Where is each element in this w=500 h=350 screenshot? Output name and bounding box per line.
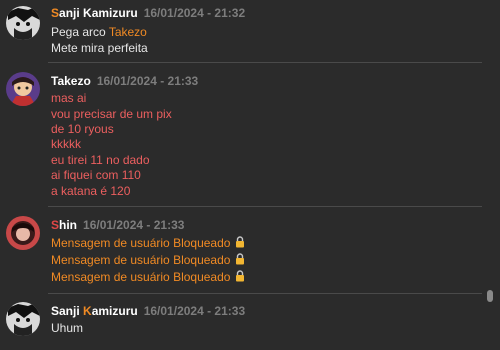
lock-icon bbox=[234, 270, 246, 285]
message-line: a katana é 120 bbox=[51, 184, 131, 198]
message-line: mas ai bbox=[51, 91, 87, 105]
message-divider bbox=[48, 206, 482, 207]
message-header: Sanji Kamizuru 16/01/2024 - 21:33 bbox=[51, 304, 245, 318]
message-line: de 10 ryous bbox=[51, 122, 114, 136]
blocked-message-line: Mensagem de usuário Bloqueado bbox=[51, 253, 246, 268]
lock-icon bbox=[234, 236, 246, 251]
user-mention[interactable]: Takezo bbox=[109, 25, 147, 39]
message-header: Sanji Kamizuru 16/01/2024 - 21:32 bbox=[51, 6, 245, 20]
author-name[interactable]: Sanji Kamizuru bbox=[51, 304, 138, 318]
lock-icon bbox=[234, 253, 246, 268]
message-line: Pega arco Takezo bbox=[51, 25, 147, 39]
author-name[interactable]: Takezo bbox=[51, 74, 91, 88]
message-timestamp: 16/01/2024 - 21:33 bbox=[96, 74, 199, 88]
avatar[interactable] bbox=[6, 216, 40, 250]
message-divider bbox=[48, 62, 482, 63]
avatar[interactable] bbox=[6, 72, 40, 106]
blocked-message-line: Mensagem de usuário Bloqueado bbox=[51, 270, 246, 285]
chat-message-list: Sanji Kamizuru 16/01/2024 - 21:32 Pega ar… bbox=[0, 0, 484, 350]
message-line: Uhum bbox=[51, 321, 84, 335]
author-name[interactable]: Shin bbox=[51, 218, 77, 232]
message-timestamp: 16/01/2024 - 21:32 bbox=[143, 6, 246, 20]
author-name[interactable]: Sanji Kamizuru bbox=[51, 6, 138, 20]
message-line: eu tirei 11 no dado bbox=[51, 153, 150, 167]
message-line: Mete mira perfeita bbox=[51, 41, 148, 55]
message-divider bbox=[48, 293, 482, 294]
message-timestamp: 16/01/2024 - 21:33 bbox=[143, 304, 246, 318]
scrollbar-thumb[interactable] bbox=[487, 290, 493, 302]
message-timestamp: 16/01/2024 - 21:33 bbox=[83, 218, 185, 232]
message-line: kkkkk bbox=[51, 137, 81, 151]
message-line: vou precisar de um pix bbox=[51, 107, 172, 121]
blocked-message-line: Mensagem de usuário Bloqueado bbox=[51, 236, 246, 251]
message-header: Shin 16/01/2024 - 21:33 bbox=[51, 218, 184, 232]
avatar[interactable] bbox=[6, 302, 40, 336]
message-header: Takezo 16/01/2024 - 21:33 bbox=[51, 74, 198, 88]
message-line: ai fiquei com 110 bbox=[51, 168, 141, 182]
avatar[interactable] bbox=[6, 6, 40, 40]
